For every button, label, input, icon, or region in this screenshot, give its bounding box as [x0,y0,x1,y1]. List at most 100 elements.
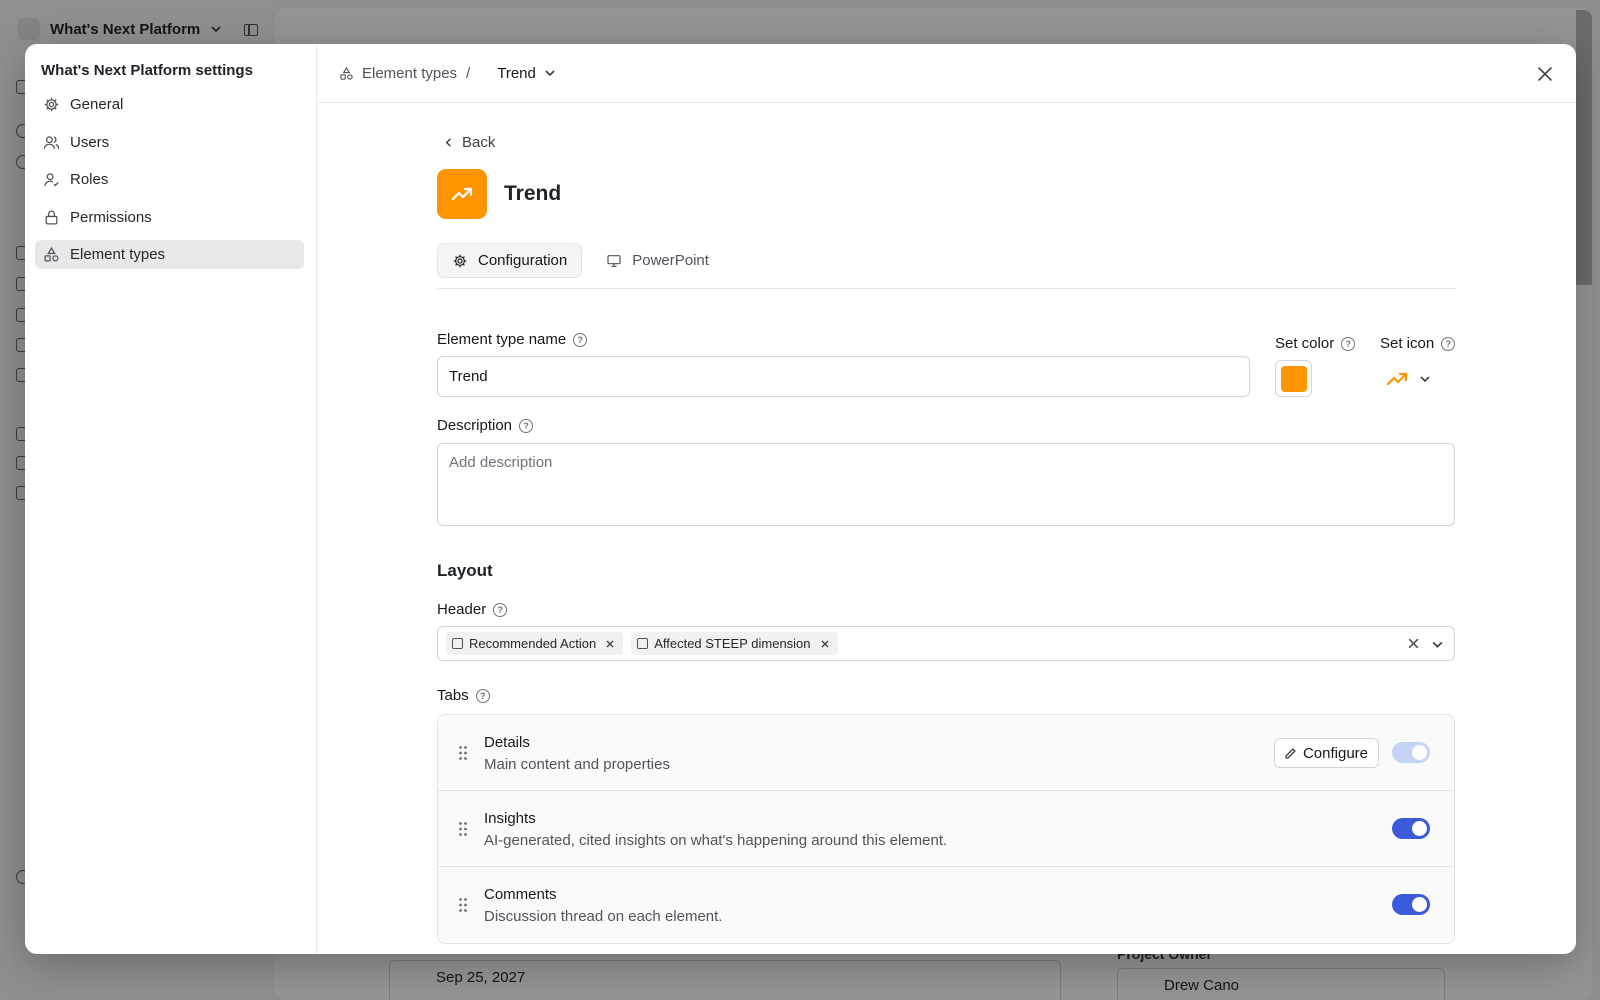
sidebar-item-element-types[interactable]: Element types [35,240,304,269]
tab-label: Configuration [478,252,568,269]
tab-row-description: AI-generated, cited insights on what's h… [484,832,948,849]
users-icon [43,135,60,149]
header-chip: Affected STEEP dimension [631,632,838,655]
settings-main: Element types / Trend Back Trend Configu… [317,44,1576,954]
chip-label: Recommended Action [469,636,597,651]
breadcrumb-parent[interactable]: Element types [339,65,457,82]
help-icon[interactable]: ? [475,688,490,703]
comments-toggle[interactable] [1392,894,1430,915]
drag-handle-icon[interactable] [458,745,468,761]
field-icon [452,638,463,649]
sidebar-item-label: General [70,96,124,113]
help-icon[interactable]: ? [1341,336,1356,351]
back-button[interactable]: Back [443,134,495,151]
tab-row-title: Insights [484,810,536,827]
gear-icon [44,97,59,112]
sidebar-item-label: Permissions [70,208,152,226]
icon-picker-dropdown[interactable] [1385,367,1431,391]
layout-section-title: Layout [437,561,493,580]
shapes-icon [44,246,59,262]
sidebar-item-label: Element types [70,246,166,263]
breadcrumb-separator: / [466,64,471,82]
header-chip: Recommended Action [446,632,624,655]
details-toggle[interactable] [1392,742,1430,763]
set-color-label: Set color ? [1275,335,1356,352]
gear-icon [453,254,467,267]
sidebar-item-general[interactable]: General [35,90,304,119]
remove-icon[interactable] [820,639,830,649]
color-picker-button[interactable] [1275,360,1312,397]
sidebar-item-roles[interactable]: Roles [35,165,304,194]
tab-row-description: Discussion thread on each element. [484,908,723,925]
label-text: Set icon [1380,335,1435,352]
description-textarea[interactable] [437,443,1455,526]
header-multiselect[interactable]: Recommended Action Affected STEEP dimens… [437,626,1455,661]
header-label: Header ? [437,601,1457,618]
chevron-down-icon[interactable] [1431,638,1444,651]
set-icon-label: Set icon ? [1380,335,1456,352]
configure-label: Configure [1302,744,1368,762]
tab-powerpoint[interactable]: PowerPoint [592,243,723,278]
description-block: Description ? [437,417,1457,526]
sidebar-item-users[interactable]: Users [35,128,304,157]
clear-icon[interactable] [1407,637,1420,650]
settings-title: What's Next Platform settings [41,62,253,79]
breadcrumb: Element types / Trend [317,44,1576,103]
lock-icon [45,210,58,225]
label-text: Element type name [437,331,567,348]
page-title: Trend [504,182,562,205]
label-text: Set color [1275,335,1335,352]
sidebar-item-label: Users [70,133,110,151]
chevron-down-icon [545,70,555,77]
drag-handle-icon[interactable] [458,897,468,913]
insights-toggle[interactable] [1392,818,1430,839]
field-icon [637,638,649,649]
name-color-icon-row: Element type name ? Set color ? Set icon… [437,331,1457,403]
tab-row-insights: Insights AI-generated, cited insights on… [438,791,1454,867]
chevron-left-icon [445,138,451,147]
help-icon[interactable]: ? [1441,336,1456,351]
chip-label: Affected STEEP dimension [654,636,811,651]
tab-configuration[interactable]: Configuration [437,243,583,278]
label-text: Tabs [437,687,469,704]
label-text: Header [437,601,487,618]
page-header: Trend [437,169,1457,219]
breadcrumb-current-label: Trend [497,64,536,82]
element-type-editor: Back Trend Configuration PowerPoint Elem… [437,134,1457,944]
configure-button[interactable]: Configure [1273,738,1379,768]
presentation-icon [607,254,621,267]
editor-tabs: Configuration PowerPoint [437,243,1457,289]
tab-label: PowerPoint [632,252,709,269]
element-type-icon [437,169,487,219]
help-icon[interactable]: ? [573,332,588,347]
tab-row-description: Main content and properties [484,756,670,773]
help-icon[interactable]: ? [519,418,534,433]
sidebar-item-label: Roles [70,171,109,188]
back-label: Back [462,134,496,151]
user-check-icon [44,173,59,187]
drag-handle-icon[interactable] [458,821,468,837]
element-type-name-input[interactable] [437,356,1250,397]
trending-up-icon [451,187,473,201]
tab-row-details: Details Main content and properties Conf… [438,715,1454,791]
tab-list: Details Main content and properties Conf… [437,714,1455,944]
description-label: Description ? [437,417,1457,434]
settings-sidebar: What's Next Platform settings General Us… [25,44,317,954]
close-icon[interactable] [1534,63,1556,85]
sidebar-item-permissions[interactable]: Permissions [35,203,304,232]
trending-up-icon [1386,372,1408,386]
chevron-down-icon [1420,376,1430,383]
help-icon[interactable]: ? [493,602,508,617]
tab-row-title: Comments [484,886,557,903]
label-text: Description [437,417,513,434]
shapes-icon [340,66,353,80]
tabs-label: Tabs ? [437,687,1457,704]
color-swatch [1280,365,1307,392]
remove-icon[interactable] [605,639,615,649]
tab-row-comments: Comments Discussion thread on each eleme… [438,867,1454,943]
tab-row-title: Details [484,734,530,751]
settings-modal: What's Next Platform settings General Us… [25,44,1576,954]
pencil-icon [1285,747,1296,759]
breadcrumb-parent-label: Element types [362,64,458,82]
breadcrumb-current-dropdown[interactable]: Trend [497,65,556,82]
